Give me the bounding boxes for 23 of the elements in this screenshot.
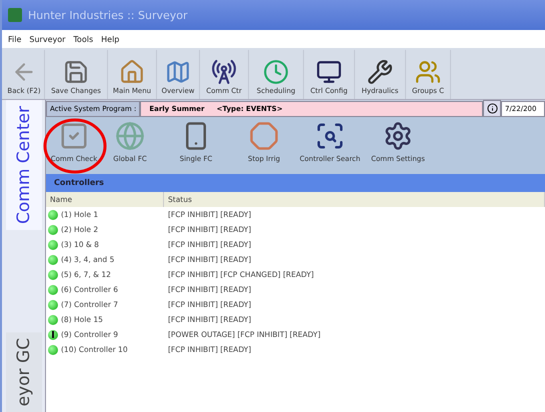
- settings-icon: [383, 121, 413, 151]
- search-icon: [315, 121, 345, 151]
- globe-icon: [115, 121, 145, 151]
- people-icon: [415, 59, 441, 85]
- menu-item[interactable]: Tools: [73, 34, 94, 44]
- antenna-icon: [211, 59, 237, 85]
- info-icon: [486, 103, 498, 114]
- app-logo-icon: [8, 8, 22, 22]
- wrench-icon: [367, 59, 393, 85]
- side-tab[interactable]: Comm Center: [6, 100, 42, 230]
- stop-sign-icon: [249, 121, 279, 151]
- checkbox-icon: [59, 121, 89, 151]
- map-icon: [165, 59, 191, 85]
- side-tab[interactable]: eyor GC: [6, 332, 42, 412]
- monitor-icon: [316, 59, 342, 85]
- menu-item[interactable]: Surveyor: [29, 34, 66, 44]
- window-title: Hunter Industries :: Surveyor: [28, 8, 188, 22]
- menu-item[interactable]: Help: [101, 34, 120, 44]
- house-icon: [119, 59, 145, 85]
- menu-item[interactable]: File: [8, 34, 22, 44]
- panel-title: Controllers: [46, 174, 545, 192]
- clock-icon: [263, 59, 289, 85]
- info-button[interactable]: [483, 100, 501, 117]
